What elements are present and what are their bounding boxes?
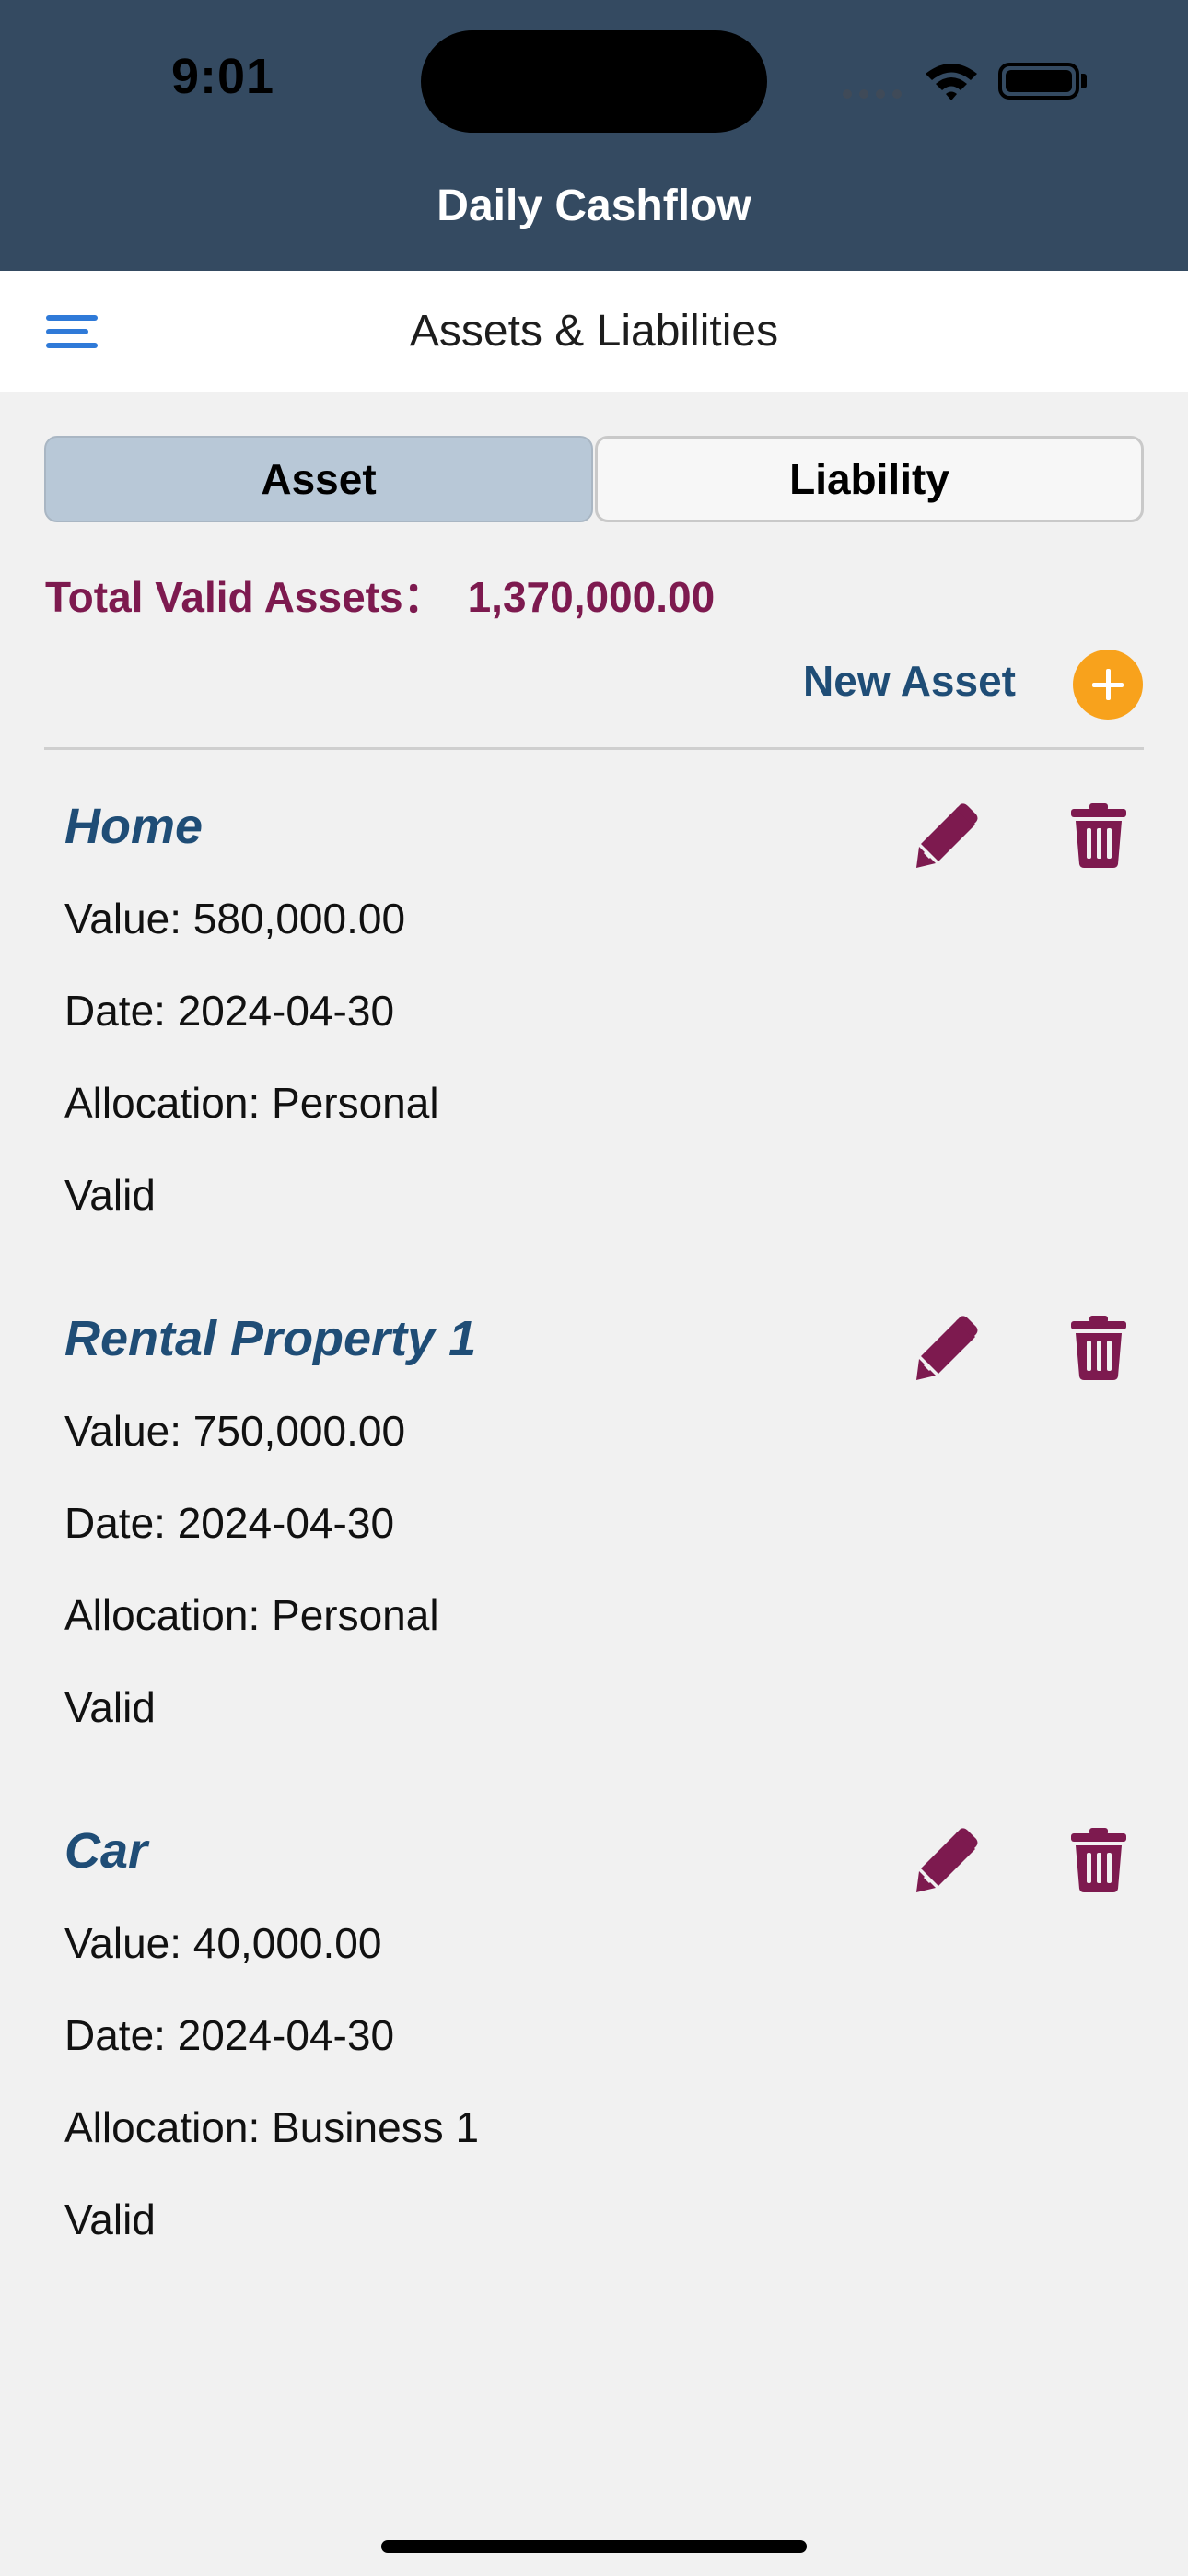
total-value: 1,370,000.00 — [467, 573, 716, 621]
new-asset-link[interactable]: New Asset — [803, 656, 1016, 706]
divider — [44, 747, 1144, 750]
trash-icon[interactable] — [1071, 803, 1126, 868]
battery-cap — [1081, 74, 1087, 88]
tab-liability[interactable]: Liability — [595, 436, 1144, 522]
page-title: Assets & Liabilities — [409, 307, 779, 356]
tab-asset[interactable]: Asset — [44, 436, 593, 522]
asset-allocation: Allocation: Personal — [64, 1591, 439, 1639]
screen: 9:01 Daily Cashflow Assets & Liabilities… — [0, 0, 1188, 2576]
status-time: 9:01 — [171, 49, 275, 104]
pencil-icon[interactable] — [914, 1828, 979, 1892]
app-title: Daily Cashflow — [437, 181, 751, 230]
add-asset-button[interactable] — [1073, 650, 1143, 720]
asset-status: Valid — [64, 2195, 156, 2243]
trash-icon[interactable] — [1071, 1316, 1126, 1380]
pencil-icon[interactable] — [914, 803, 979, 868]
cellular-signal-icon — [843, 87, 909, 103]
asset-status: Valid — [64, 1171, 156, 1219]
battery-icon — [998, 63, 1079, 100]
home-indicator[interactable] — [381, 2540, 807, 2553]
total-valid-assets: Total Valid Assets： 1,370,000.00 — [45, 564, 715, 625]
status-bar: 9:01 Daily Cashflow — [0, 0, 1188, 271]
asset-item: Rental Property 1 Value: 750,000.00 Date… — [0, 1288, 1188, 1800]
asset-value: Value: 750,000.00 — [64, 1407, 406, 1455]
asset-name: Car — [64, 1823, 148, 1879]
pencil-icon[interactable] — [914, 1316, 979, 1380]
asset-name: Rental Property 1 — [64, 1311, 477, 1366]
total-label: Total Valid Assets： — [45, 573, 446, 621]
asset-value: Value: 580,000.00 — [64, 895, 406, 943]
wifi-icon — [926, 64, 977, 100]
asset-allocation: Allocation: Business 1 — [64, 2103, 480, 2151]
asset-date: Date: 2024-04-30 — [64, 1499, 395, 1547]
asset-item: Car Value: 40,000.00 Date: 2024-04-30 Al… — [0, 1800, 1188, 2313]
asset-value: Value: 40,000.00 — [64, 1919, 382, 1967]
asset-allocation: Allocation: Personal — [64, 1079, 439, 1127]
asset-date: Date: 2024-04-30 — [64, 987, 395, 1035]
asset-status: Valid — [64, 1683, 156, 1731]
trash-icon[interactable] — [1071, 1828, 1126, 1892]
navigation-header: Assets & Liabilities — [0, 271, 1188, 392]
asset-date: Date: 2024-04-30 — [64, 2011, 395, 2059]
dynamic-island — [421, 30, 767, 133]
asset-item: Home Value: 580,000.00 Date: 2024-04-30 … — [0, 776, 1188, 1288]
asset-name: Home — [64, 799, 204, 854]
